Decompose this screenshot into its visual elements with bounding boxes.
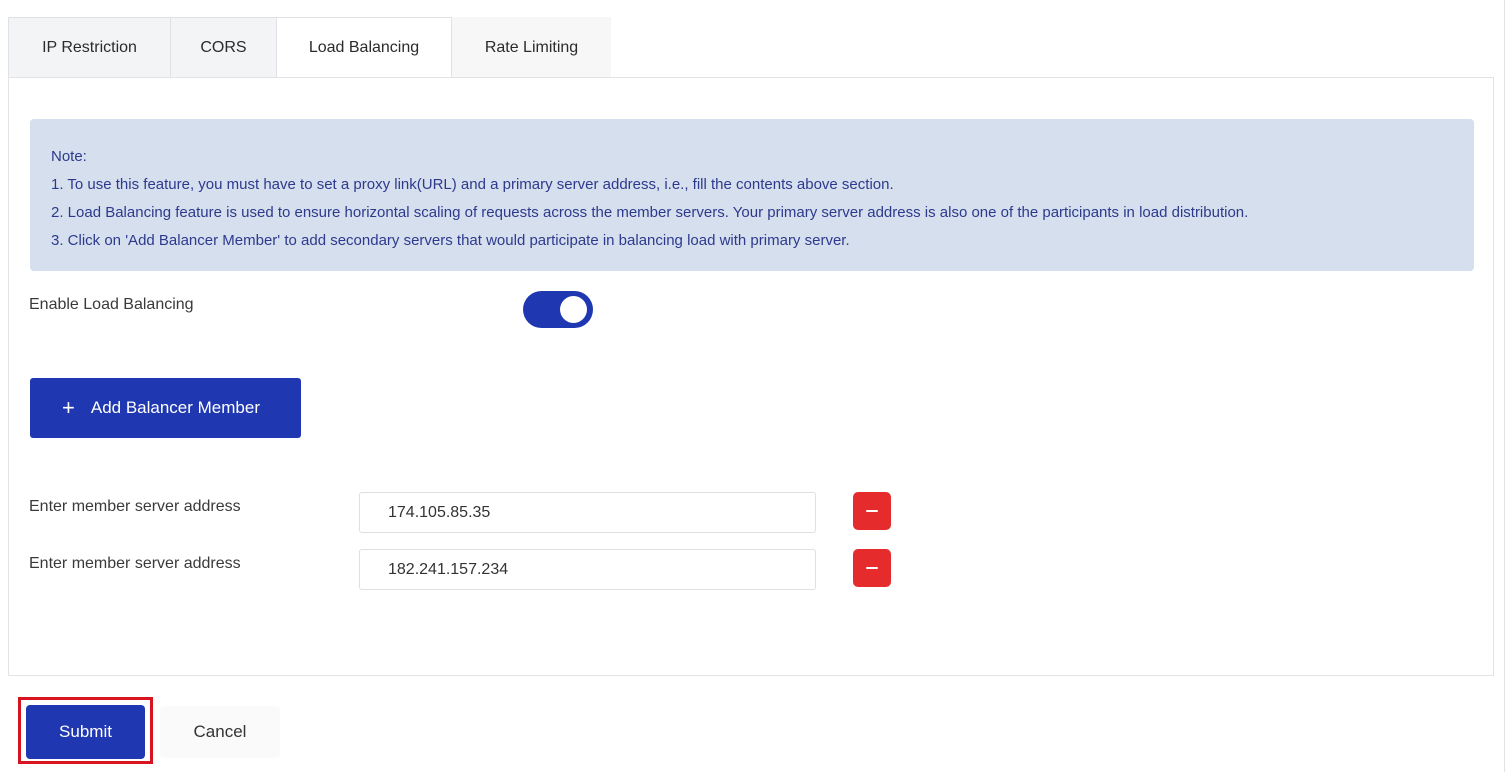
tab-ip-restriction[interactable]: IP Restriction: [8, 17, 171, 78]
member-server-label: Enter member server address: [29, 498, 241, 515]
minus-icon: [866, 510, 878, 512]
enable-load-balancing-toggle[interactable]: [523, 291, 593, 328]
tab-rate-limiting[interactable]: Rate Limiting: [452, 17, 611, 78]
minus-icon: [866, 567, 878, 569]
member-server-label: Enter member server address: [29, 555, 241, 572]
submit-highlight-box: Submit: [18, 697, 153, 764]
remove-member-button[interactable]: [853, 492, 891, 530]
note-title: Note:: [51, 148, 87, 165]
tab-cors[interactable]: CORS: [171, 17, 277, 78]
note-line: 1. To use this feature, you must have to…: [51, 176, 894, 193]
enable-load-balancing-label: Enable Load Balancing: [29, 296, 194, 313]
add-balancer-member-button[interactable]: + Add Balancer Member: [30, 378, 301, 438]
load-balancing-panel: Note: 1. To use this feature, you must h…: [8, 77, 1494, 676]
member-server-row: Enter member server address: [29, 549, 909, 591]
cancel-button[interactable]: Cancel: [160, 706, 280, 758]
note-line: 3. Click on 'Add Balancer Member' to add…: [51, 232, 850, 249]
submit-button[interactable]: Submit: [26, 705, 145, 759]
add-balancer-member-label: Add Balancer Member: [90, 398, 260, 417]
toggle-knob: [560, 296, 587, 323]
info-note: Note: 1. To use this feature, you must h…: [30, 119, 1474, 271]
tab-load-balancing[interactable]: Load Balancing: [277, 17, 452, 78]
remove-member-button[interactable]: [853, 549, 891, 587]
page-edge-divider: [1504, 0, 1505, 772]
note-line: 2. Load Balancing feature is used to ens…: [51, 204, 1249, 221]
plus-icon: +: [62, 395, 75, 420]
settings-tabs: IP Restriction CORS Load Balancing Rate …: [8, 17, 611, 78]
member-server-address-input[interactable]: [359, 549, 816, 590]
member-server-address-input[interactable]: [359, 492, 816, 533]
member-server-row: Enter member server address: [29, 492, 909, 534]
